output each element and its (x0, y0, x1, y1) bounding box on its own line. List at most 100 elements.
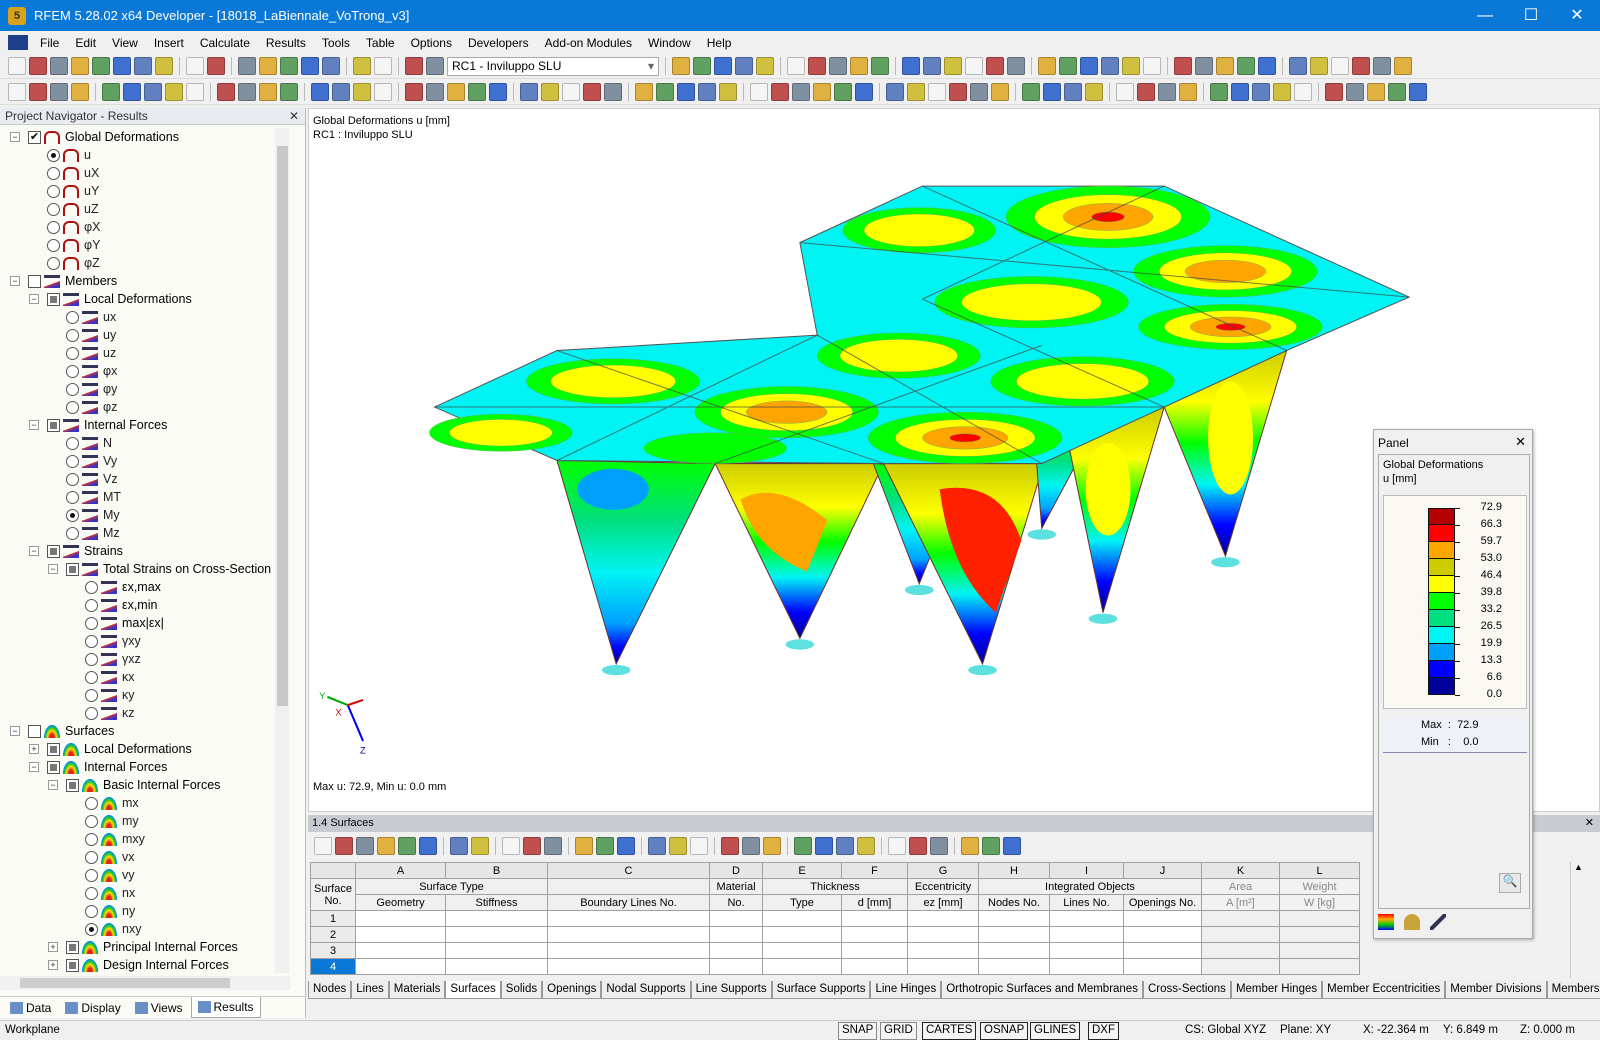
toolbar-button-icon[interactable] (1116, 83, 1134, 101)
tree-item[interactable]: γxz (0, 650, 290, 668)
table-cell[interactable] (547, 942, 710, 959)
menu-help[interactable]: Help (699, 36, 740, 50)
toolbar-button-icon[interactable] (949, 83, 967, 101)
toolbar-button-icon[interactable] (102, 83, 120, 101)
toolbar-button-icon[interactable] (186, 57, 204, 75)
toolbar-button-icon[interactable] (669, 837, 687, 855)
toolbar-button-icon[interactable] (1043, 83, 1061, 101)
table-tab-member-eccentricities[interactable]: Member Eccentricities (1322, 981, 1446, 999)
toolbar-button-icon[interactable] (426, 83, 444, 101)
tree-item[interactable]: κz (0, 704, 290, 722)
menu-options[interactable]: Options (403, 36, 460, 50)
toolbar-button-icon[interactable] (756, 57, 774, 75)
table-cell[interactable] (709, 942, 763, 959)
table-cell[interactable] (1279, 958, 1360, 975)
radio-button[interactable] (85, 850, 98, 864)
toolbar-button-icon[interactable] (982, 837, 1000, 855)
table-cell[interactable] (841, 942, 908, 959)
radio-button[interactable] (85, 868, 98, 882)
table-cell[interactable] (547, 910, 710, 927)
toolbar-button-icon[interactable] (71, 57, 89, 75)
toolbar-button-icon[interactable] (944, 57, 962, 75)
table-cell[interactable] (547, 926, 710, 943)
toolbar-button-icon[interactable] (1022, 83, 1040, 101)
table-cell[interactable] (762, 910, 842, 927)
table-tab-materials[interactable]: Materials (388, 981, 446, 999)
collapse-icon[interactable]: − (10, 132, 20, 142)
toolbar-button-icon[interactable] (909, 837, 927, 855)
table-cell[interactable] (547, 958, 710, 975)
toggle-glines[interactable]: GLINES (1030, 1022, 1081, 1040)
nav-tab-data[interactable]: Data (4, 997, 57, 1018)
tree-item[interactable]: Vz (0, 470, 290, 488)
toolbar-button-icon[interactable] (123, 83, 141, 101)
radio-button[interactable] (85, 652, 98, 666)
menu-add-on-modules[interactable]: Add-on Modules (537, 36, 640, 50)
toolbar-button-icon[interactable] (930, 837, 948, 855)
radio-button[interactable] (85, 670, 98, 684)
toolbar-button-icon[interactable] (1179, 83, 1197, 101)
toolbar-button-icon[interactable] (771, 83, 789, 101)
radio-button[interactable] (47, 238, 60, 252)
checkbox[interactable] (28, 274, 41, 288)
toolbar-button-icon[interactable] (1310, 57, 1328, 75)
toolbar-button-icon[interactable] (450, 837, 468, 855)
table-cell[interactable] (1279, 942, 1360, 959)
table-cell[interactable] (355, 942, 446, 959)
toolbar-button-icon[interactable] (1003, 837, 1021, 855)
toolbar-button-icon[interactable] (92, 57, 110, 75)
toolbar-button-icon[interactable] (1294, 83, 1312, 101)
toolbar-button-icon[interactable] (604, 83, 622, 101)
toolbar-button-icon[interactable] (1064, 83, 1082, 101)
expand-icon[interactable]: + (48, 942, 58, 952)
tree-item[interactable]: N (0, 434, 290, 452)
table-cell[interactable] (762, 958, 842, 975)
toolbar-button-icon[interactable] (693, 57, 711, 75)
table-cell[interactable] (978, 958, 1050, 975)
checkbox[interactable] (66, 778, 79, 792)
row-header[interactable]: 3 (310, 942, 356, 959)
table-cell[interactable] (1049, 926, 1124, 943)
toolbar-button-icon[interactable] (719, 83, 737, 101)
toolbar-button-icon[interactable] (750, 83, 768, 101)
toolbar-button-icon[interactable] (1085, 83, 1103, 101)
toolbar-button-icon[interactable] (1237, 57, 1255, 75)
toolbar-button-icon[interactable] (1289, 57, 1307, 75)
table-cell[interactable] (1049, 942, 1124, 959)
toolbar-button-icon[interactable] (426, 57, 444, 75)
table-tab-surfaces[interactable]: Surfaces (445, 981, 501, 999)
toolbar-button-icon[interactable] (617, 837, 635, 855)
table-cell[interactable] (1123, 926, 1202, 943)
toolbar-button-icon[interactable] (314, 837, 332, 855)
radio-button[interactable] (66, 526, 79, 540)
radio-button[interactable] (47, 202, 60, 216)
toolbar-button-icon[interactable] (144, 83, 162, 101)
tree-item[interactable]: vy (0, 866, 290, 884)
toolbar-button-icon[interactable] (29, 83, 47, 101)
toolbar-button-icon[interactable] (794, 837, 812, 855)
tree-item[interactable]: vx (0, 848, 290, 866)
toolbar-button-icon[interactable] (635, 83, 653, 101)
toolbar-button-icon[interactable] (857, 837, 875, 855)
toolbar-button-icon[interactable] (374, 83, 392, 101)
toggle-snap[interactable]: SNAP (838, 1022, 878, 1040)
menu-tools[interactable]: Tools (314, 36, 358, 50)
table-tab-openings[interactable]: Openings (542, 981, 602, 999)
table-cell[interactable] (709, 910, 763, 927)
table-cell[interactable] (978, 910, 1050, 927)
tree-item[interactable]: ux (0, 308, 290, 326)
toolbar-button-icon[interactable] (1143, 57, 1161, 75)
collapse-icon[interactable]: − (29, 546, 39, 556)
radio-button[interactable] (85, 598, 98, 612)
toolbar-button-icon[interactable] (259, 57, 277, 75)
tree-item[interactable]: + Design Internal Forces (0, 956, 290, 973)
toolbar-button-icon[interactable] (1210, 83, 1228, 101)
table-row[interactable]: 3 (310, 942, 1360, 959)
table-tab-member-hinges[interactable]: Member Hinges (1230, 981, 1323, 999)
table-cell[interactable] (355, 910, 446, 927)
toolbar-button-icon[interactable] (902, 57, 920, 75)
expand-icon[interactable]: + (48, 960, 58, 970)
tree-item[interactable]: κx (0, 668, 290, 686)
table-cell[interactable] (1279, 926, 1360, 943)
table-cell[interactable] (1049, 958, 1124, 975)
